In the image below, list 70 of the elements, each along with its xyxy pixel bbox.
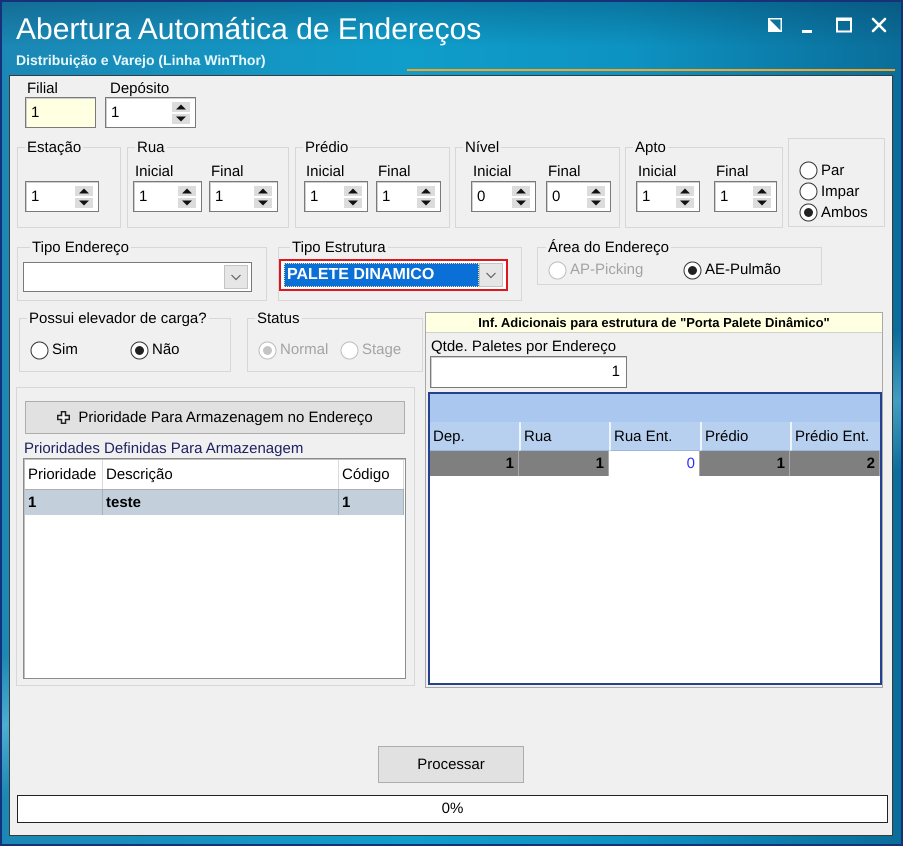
process-button[interactable]: Processar: [378, 746, 524, 783]
field-label: Final: [377, 163, 411, 180]
panel-title: Inf. Adicionais para estrutura de "Porta Palete Dinâmico": [426, 313, 882, 333]
table-cell: 1: [25, 490, 103, 515]
add-priority-button[interactable]: Prioridade Para Armazenagem no Endereço: [25, 401, 405, 434]
field-label: Final: [210, 163, 244, 180]
maximize-icon[interactable]: [836, 17, 852, 33]
chevron-down-icon[interactable]: [479, 263, 503, 287]
radio-label[interactable]: AE-Pulmão: [705, 260, 781, 280]
group-label: Estação: [25, 139, 84, 156]
number-field[interactable]: 1: [376, 181, 441, 212]
radio-button[interactable]: [30, 340, 49, 360]
field-label: Final: [547, 163, 581, 180]
dropdown[interactable]: [23, 262, 252, 292]
column-header: Prédio Ent.: [790, 422, 880, 451]
number-field[interactable]: 1: [714, 181, 777, 212]
number-field[interactable]: 1: [133, 181, 202, 212]
group-label: Possui elevador de carga?: [27, 310, 209, 327]
plus-icon: [57, 411, 70, 424]
close-icon[interactable]: [871, 17, 887, 33]
radio-button[interactable]: [799, 203, 818, 222]
radio-label[interactable]: Sim: [52, 340, 78, 360]
table-cell: teste: [103, 490, 339, 515]
number-field[interactable]: 1: [105, 97, 196, 128]
table-cell: 1: [430, 451, 519, 476]
radio-button[interactable]: [130, 340, 149, 360]
number-field[interactable]: 1: [209, 181, 278, 212]
column-header: Dep.: [430, 422, 519, 451]
dropdown[interactable]: PALETE DINAMICO: [279, 259, 508, 291]
radio-label[interactable]: Não: [152, 340, 180, 360]
number-field[interactable]: 0: [471, 181, 536, 212]
field-label: Inicial: [134, 163, 174, 180]
table-row[interactable]: 1 1 0 1 2: [430, 451, 880, 476]
half-filled-square-icon[interactable]: [768, 17, 782, 33]
field-label: Depósito: [109, 80, 170, 97]
group-label: Apto: [633, 139, 668, 156]
column-header: Rua: [519, 422, 609, 451]
column-header: Rua Ent.: [609, 422, 700, 451]
progress-text: 0%: [442, 799, 464, 819]
field-label: Inicial: [305, 163, 344, 180]
column-header: Prédio: [700, 422, 790, 451]
field-label: Qtde. Paletes por Endereço: [431, 337, 616, 356]
field-label: Inicial: [637, 163, 676, 180]
number-field[interactable]: 1: [430, 356, 627, 388]
radio-label[interactable]: Ambos: [821, 202, 868, 222]
group-label: Tipo Endereço: [30, 239, 132, 256]
radio-button[interactable]: [683, 260, 702, 280]
field-label: Final: [715, 163, 749, 180]
window-title: Abertura Automática de Endereços: [16, 12, 482, 48]
table-row[interactable]: 1 teste 1: [25, 489, 404, 515]
number-field[interactable]: 1: [304, 181, 368, 212]
number-field[interactable]: 1: [25, 181, 99, 212]
number-field[interactable]: 0: [546, 181, 611, 212]
radio-button[interactable]: [799, 161, 818, 180]
table-caption: Prioridades Definidas Para Armazenagem: [24, 440, 304, 458]
table-cell: 1: [519, 451, 609, 476]
window-subtitle: Distribuição e Varejo (Linha WinThor): [16, 52, 267, 69]
number-field[interactable]: 1: [636, 181, 700, 212]
table-cell: 1: [339, 490, 404, 515]
text-field[interactable]: 1: [25, 97, 96, 128]
field-label: Inicial: [472, 163, 512, 180]
field-label: Filial: [26, 80, 58, 97]
radio-label[interactable]: Impar: [821, 182, 860, 202]
group-label: Tipo Estrutura: [290, 239, 388, 256]
table-cell: 2: [790, 451, 880, 476]
chevron-down-icon[interactable]: [224, 265, 248, 289]
radio-label[interactable]: Par: [821, 160, 844, 180]
radio-button[interactable]: [799, 182, 818, 201]
group-label: Área do Endereço: [546, 239, 671, 256]
table-cell: 1: [700, 451, 790, 476]
